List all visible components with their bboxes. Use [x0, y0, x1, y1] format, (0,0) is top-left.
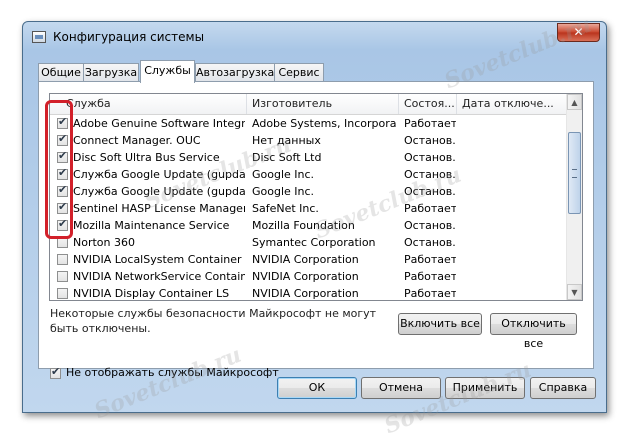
window-title: Конфигурация системы	[53, 30, 205, 44]
service-manufacturer: NVIDIA Corporation	[252, 287, 359, 300]
service-status: Работает	[404, 202, 456, 215]
service-row[interactable]: Sentinel HASP License Manager SafeNet Inc…	[50, 200, 568, 217]
tab-startup[interactable]: Автозагрузка	[195, 63, 275, 81]
service-name: Connect Manager. OUC	[73, 134, 201, 147]
service-manufacturer: SafeNet Inc.	[252, 202, 319, 215]
service-checkbox[interactable]	[57, 288, 68, 299]
column-header-date-disabled[interactable]: Дата отключе...	[457, 94, 568, 114]
scrollbar-thumb[interactable]	[568, 132, 581, 214]
column-header-service[interactable]: Служба	[50, 94, 247, 114]
service-manufacturer: NVIDIA Corporation	[252, 253, 359, 266]
tab-tools[interactable]: Сервис	[274, 63, 324, 81]
hide-microsoft-services-checkbox[interactable]	[50, 365, 61, 379]
service-manufacturer: NVIDIA Corporation	[252, 270, 359, 283]
service-name: NVIDIA Display Container LS	[73, 287, 230, 300]
services-panel: Служба Изготовитель Состоя... Дата отклю…	[38, 81, 594, 379]
vertical-scrollbar[interactable]: ▲ ▼	[566, 94, 582, 300]
tab-services[interactable]: Службы	[140, 60, 195, 83]
tab-general[interactable]: Общие	[38, 63, 84, 81]
service-manufacturer: Mozilla Foundation	[252, 219, 355, 232]
column-header-manufacturer[interactable]: Изготовитель	[247, 94, 399, 114]
service-status: Работает	[404, 117, 456, 130]
service-manufacturer: Adobe Systems, Incorpora...	[252, 117, 397, 130]
service-name: NVIDIA LocalSystem Container	[73, 253, 242, 266]
cancel-button[interactable]: Отмена	[361, 377, 441, 399]
enable-all-button[interactable]: Включить все	[398, 313, 482, 335]
service-row[interactable]: NVIDIA LocalSystem Container NVIDIA Corpo…	[50, 251, 568, 268]
disable-all-button[interactable]: Отключить все	[490, 313, 577, 350]
service-name: Sentinel HASP License Manager	[73, 202, 245, 215]
service-checkbox[interactable]	[57, 254, 68, 265]
service-name: Mozilla Maintenance Service	[73, 219, 230, 232]
service-row[interactable]: Norton 360 Symantec Corporation Останов...	[50, 234, 568, 251]
services-list: Служба Изготовитель Состоя... Дата отклю…	[49, 93, 583, 301]
service-name: Служба Google Update (gupdate...	[73, 185, 245, 198]
service-row[interactable]: Служба Google Update (gupdate... Google I…	[50, 183, 568, 200]
service-checkbox[interactable]	[57, 271, 68, 282]
service-name: Norton 360	[73, 236, 135, 249]
service-manufacturer: Symantec Corporation	[252, 236, 376, 249]
service-row[interactable]: NVIDIA Display Container LS NVIDIA Corpor…	[50, 285, 568, 300]
msconfig-app-icon	[32, 31, 46, 43]
help-button[interactable]: Справка	[530, 377, 596, 399]
service-row[interactable]: Служба Google Update (gupdate) Google Inc…	[50, 166, 568, 183]
service-manufacturer: Google Inc.	[252, 185, 315, 198]
service-status: Останов...	[404, 185, 456, 198]
service-status: Останов...	[404, 219, 456, 232]
close-button[interactable]: ✕	[557, 23, 600, 42]
service-status: Останов...	[404, 151, 456, 164]
scroll-down-arrow-icon[interactable]: ▼	[567, 284, 582, 300]
service-status: Работает	[404, 253, 456, 266]
service-manufacturer: Нет данных	[252, 134, 321, 147]
system-configuration-window: Конфигурация системы ✕ Общие Загрузка Сл…	[22, 21, 607, 413]
service-status: Работает	[404, 287, 456, 300]
checkbox-highlight-frame	[45, 100, 73, 239]
service-status: Останов...	[404, 236, 456, 249]
service-status: Останов...	[404, 168, 456, 181]
service-manufacturer: Disc Soft Ltd	[252, 151, 322, 164]
service-name: NVIDIA NetworkService Container	[73, 270, 245, 283]
service-row[interactable]: Disc Soft Ultra Bus Service Disc Soft Ltd…	[50, 149, 568, 166]
service-row[interactable]: NVIDIA NetworkService Container NVIDIA Co…	[50, 268, 568, 285]
ok-button[interactable]: ОК	[277, 377, 357, 399]
service-name: Disc Soft Ultra Bus Service	[73, 151, 220, 164]
service-name: Adobe Genuine Software Integri...	[73, 117, 245, 130]
scroll-up-arrow-icon[interactable]: ▲	[567, 94, 582, 110]
service-row[interactable]: Connect Manager. OUC Нет данных Останов...	[50, 132, 568, 149]
apply-button[interactable]: Применить	[445, 377, 525, 399]
title-bar[interactable]: Конфигурация системы ✕	[23, 22, 606, 52]
hide-microsoft-services-label: Не отображать службы Майкрософт	[66, 366, 279, 379]
service-row[interactable]: Mozilla Maintenance Service Mozilla Found…	[50, 217, 568, 234]
service-status: Останов...	[404, 134, 456, 147]
service-name: Служба Google Update (gupdate)	[73, 168, 245, 181]
service-manufacturer: Google Inc.	[252, 168, 315, 181]
column-header-status[interactable]: Состоя...	[399, 94, 457, 114]
tab-boot[interactable]: Загрузка	[83, 63, 139, 81]
service-status: Работает	[404, 270, 456, 283]
security-services-notice: Некоторые службы безопасности Майкрософт…	[50, 307, 377, 335]
service-row[interactable]: Adobe Genuine Software Integri... Adobe S…	[50, 115, 568, 132]
list-header: Служба Изготовитель Состоя... Дата отклю…	[50, 94, 568, 115]
